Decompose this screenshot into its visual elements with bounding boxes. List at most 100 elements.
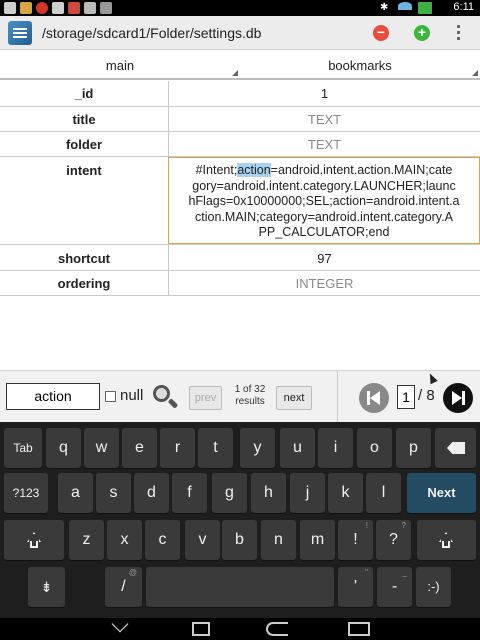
column-name: intent (66, 163, 102, 178)
key-label: ? (389, 531, 398, 548)
tab-main[interactable]: main (0, 52, 240, 78)
results-counter: 1 of 32 results (230, 384, 270, 408)
backspace-icon[interactable] (435, 428, 476, 468)
notification-icon (52, 2, 64, 14)
key-n[interactable]: n (261, 520, 296, 560)
key-t[interactable]: t (198, 428, 233, 468)
table-row[interactable]: folder TEXT (0, 132, 480, 157)
shift-icon[interactable] (417, 520, 476, 560)
clock: 6:11 (453, 1, 474, 13)
plus-circle-icon[interactable]: + (414, 25, 430, 41)
hide-keyboard-icon[interactable] (111, 615, 129, 633)
key-hint: ! (365, 521, 368, 530)
intent-line: gory=android.intent.category.LAUNCHER;la… (192, 178, 456, 193)
table-row[interactable]: shortcut 97 (0, 245, 480, 271)
key-symbols[interactable]: ?123 (4, 473, 48, 513)
key-m[interactable]: m (300, 520, 335, 560)
key-c[interactable]: c (145, 520, 180, 560)
dropdown-icon (472, 70, 478, 76)
spacebar[interactable] (146, 567, 334, 607)
table-row[interactable]: title TEXT (0, 107, 480, 132)
screenshot-icon[interactable] (192, 622, 210, 636)
cursor-pointer (426, 371, 438, 385)
key-j[interactable]: j (290, 473, 325, 513)
key-label: - (391, 578, 398, 595)
cell-value[interactable]: TEXT (168, 107, 480, 131)
intent-line: PP_CALCULATOR;end (258, 225, 390, 239)
column-name: ordering (57, 276, 111, 291)
key-r[interactable]: r (160, 428, 195, 468)
key-g[interactable]: g (212, 473, 247, 513)
key-k[interactable]: k (328, 473, 363, 513)
notification-icon (20, 2, 32, 14)
key-x[interactable]: x (107, 520, 142, 560)
key-smiley[interactable]: :-) (416, 567, 451, 607)
key-f[interactable]: f (172, 473, 207, 513)
search-icon[interactable] (151, 383, 179, 411)
tab-bookmarks[interactable]: bookmarks (240, 52, 480, 78)
key-label: ! (353, 531, 358, 548)
column-name: _id (74, 86, 94, 101)
column-name: shortcut (58, 251, 110, 266)
key-hint: ? (401, 521, 406, 530)
next-record-icon[interactable] (443, 383, 473, 413)
page-total: / 8 (418, 387, 435, 404)
key-next[interactable]: Next (407, 473, 476, 513)
home-icon[interactable] (348, 622, 370, 636)
results-count: 1 of 32 (234, 384, 266, 395)
table-row[interactable]: intent #Intent;action=android.intent.act… (0, 157, 480, 245)
navigation-bar (0, 615, 480, 640)
key-slash[interactable]: / @ (105, 567, 142, 607)
key-y[interactable]: y (240, 428, 275, 468)
key-a[interactable]: a (58, 473, 93, 513)
cell-value-selected[interactable]: #Intent;action=android.intent.action.MAI… (168, 157, 480, 244)
key-apostrophe[interactable]: ' " (338, 567, 373, 607)
key-s[interactable]: s (96, 473, 131, 513)
back-icon[interactable] (266, 622, 288, 636)
key-tab[interactable]: Tab (4, 428, 42, 468)
minus-circle-icon[interactable]: − (373, 25, 389, 41)
key-v[interactable]: v (185, 520, 220, 560)
soft-keyboard: Tab q w e r t y u i o p ?123 a s d f g h… (0, 422, 480, 618)
key-dash[interactable]: - _ (377, 567, 412, 607)
shift-icon[interactable] (4, 520, 64, 560)
table-row[interactable]: ordering INTEGER (0, 271, 480, 296)
key-w[interactable]: w (84, 428, 119, 468)
table-row[interactable]: _id 1 (0, 81, 480, 107)
app-icon[interactable] (8, 21, 32, 45)
key-e[interactable]: e (122, 428, 157, 468)
key-q[interactable]: q (46, 428, 81, 468)
cell-value[interactable]: 97 (168, 245, 480, 270)
key-i[interactable]: i (318, 428, 353, 468)
prev-button[interactable]: prev (189, 386, 222, 410)
key-question[interactable]: ? ? (376, 520, 411, 560)
battery-icon (418, 2, 432, 14)
database-path: /storage/sdcard1/Folder/settings.db (42, 25, 262, 41)
key-o[interactable]: o (357, 428, 392, 468)
cell-value[interactable]: TEXT (168, 132, 480, 156)
overflow-menu-icon[interactable] (457, 25, 461, 41)
key-h[interactable]: h (251, 473, 286, 513)
search-input[interactable]: action (6, 383, 100, 410)
results-label: results (235, 396, 265, 407)
key-exclamation[interactable]: ! ! (338, 520, 373, 560)
notification-icon (84, 2, 96, 14)
next-button[interactable]: next (276, 386, 312, 410)
settings-key-icon[interactable]: ⇟ (28, 567, 65, 607)
key-p[interactable]: p (396, 428, 431, 468)
cell-value[interactable]: INTEGER (168, 271, 480, 295)
page-input[interactable]: 1 (397, 385, 415, 409)
previous-record-icon[interactable] (359, 383, 389, 413)
intent-rest: =android.intent.action.MAIN;cate (270, 163, 453, 177)
null-checkbox[interactable] (105, 391, 116, 402)
tab-label: main (105, 58, 135, 73)
key-l[interactable]: l (366, 473, 401, 513)
tab-label: bookmarks (328, 58, 392, 73)
notification-icon (100, 2, 112, 14)
cell-value[interactable]: 1 (168, 81, 480, 106)
key-u[interactable]: u (280, 428, 315, 468)
key-z[interactable]: z (69, 520, 104, 560)
divider (337, 371, 338, 423)
key-d[interactable]: d (134, 473, 169, 513)
key-b[interactable]: b (222, 520, 257, 560)
